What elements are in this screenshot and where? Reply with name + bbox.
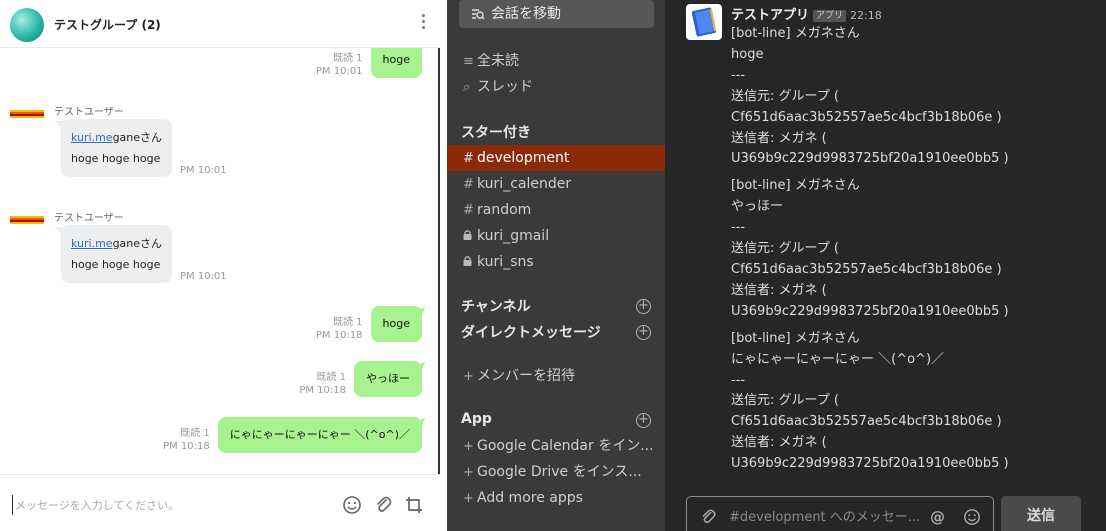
sidebar-item-all-unread[interactable]: ≡ 全未読 (447, 48, 665, 74)
slack-composer: @ (686, 496, 994, 531)
app-name[interactable]: テストアプリ (731, 8, 809, 23)
message-time: PM 10:01 (315, 66, 363, 77)
attachment-icon[interactable] (699, 508, 717, 526)
mention-icon[interactable]: @ (930, 508, 948, 526)
group-avatar[interactable] (10, 8, 44, 42)
invite-members-item[interactable]: + メンバーを招待 (447, 363, 665, 389)
channel-hash-icon: # (463, 177, 474, 192)
read-receipt: 既読 1 (180, 428, 210, 439)
app-header: テストアプリ アプリ 22:18 (731, 4, 882, 23)
read-receipt: 既読 1 (333, 317, 363, 328)
message-bubble[interactable]: にゃにゃーにゃーにゃー ＼(^o^)／ (217, 417, 422, 453)
bot-message: [bot-line] メガネさん やっほー --- 送信元: グループ ( Cf… (731, 178, 1009, 319)
group-title: テストグループ (2) (54, 18, 161, 32)
emoji-icon[interactable] (342, 495, 362, 515)
plus-icon: + (463, 465, 474, 480)
sidebar-item-threads[interactable]: ⌕ スレッド (447, 74, 665, 100)
message-time: PM 10:01 (180, 271, 227, 282)
app-avatar[interactable] (686, 4, 722, 40)
jump-to-label: 会話を移動 (491, 6, 561, 22)
message-bubble[interactable]: kuri.meganeさん hoge hoge hoge (54, 225, 173, 283)
slack-message-pane: テストアプリ アプリ 22:18 [bot-line] メガネさん hoge ---… (665, 0, 1106, 531)
message-text: hoge hoge hoge (71, 258, 161, 271)
slack-sidebar: 会話を移動 ≡ 全未読 ⌕ スレッド スター付き # development # kur… (447, 0, 665, 531)
sent-message: 既読 1 PM 10:01 hoge (316, 48, 422, 78)
message-time: PM 10:18 (163, 441, 210, 452)
mention-rest: ganeさん (112, 237, 163, 250)
sidebar-item-development[interactable]: # development (447, 145, 665, 171)
channel-hash-icon: # (463, 203, 474, 218)
line-message-list[interactable]: 既読 1 PM 10:01 hoge テストユーザー kuri.meganeさん… (0, 48, 440, 474)
jump-to-icon (472, 9, 485, 20)
add-app-icon[interactable]: + (636, 413, 651, 428)
message-bubble[interactable]: kuri.meganeさん hoge hoge hoge (54, 119, 173, 177)
dm-heading[interactable]: ダイレクトメッセージ (461, 322, 601, 342)
more-options-icon[interactable] (420, 14, 426, 34)
sent-message: 既読 1 PM 10:18 にゃにゃーにゃーにゃー ＼(^o^)／ (163, 417, 422, 453)
sender-name: テストユーザー (54, 107, 124, 118)
line-message-input[interactable] (12, 495, 312, 515)
sidebar-item-random[interactable]: # random (447, 197, 665, 223)
received-message: テストユーザー kuri.meganeさん hoge hoge hoge PM … (10, 209, 310, 289)
unread-icon: ≡ (463, 54, 474, 69)
plus-icon: + (463, 439, 474, 454)
slack-message-input[interactable] (729, 507, 919, 527)
bot-message: [bot-line] メガネさん にゃにゃーにゃーにゃー ＼(^o^)／ ---… (731, 330, 1009, 472)
read-receipt: 既読 1 (333, 53, 363, 64)
bot-messages: [bot-line] メガネさん hoge --- 送信元: グループ ( Cf… (731, 24, 1101, 475)
user-avatar[interactable] (10, 110, 44, 118)
lock-icon (463, 250, 477, 275)
threads-icon: ⌕ (463, 80, 471, 95)
read-receipt: 既読 1 (316, 372, 346, 383)
message-bubble[interactable]: やっほー (354, 361, 422, 397)
message-text: hoge hoge hoge (71, 152, 161, 165)
plus-icon: + (463, 491, 474, 506)
add-channel-icon[interactable]: + (636, 299, 651, 314)
sent-message: 既読 1 PM 10:18 やっほー (299, 361, 422, 397)
sender-name: テストユーザー (54, 213, 124, 224)
line-chat-panel: テストグループ (2) 既読 1 PM 10:01 hoge テストユーザー k… (0, 0, 440, 531)
message-bubble[interactable]: hoge (370, 306, 422, 342)
sent-message: 既読 1 PM 10:18 hoge (316, 306, 422, 342)
message-time: PM 10:18 (299, 385, 346, 396)
sidebar-app-google-drive[interactable]: + Google Drive をインス... (447, 459, 665, 485)
jump-to-button[interactable]: 会話を移動 (459, 0, 654, 28)
lock-icon (463, 224, 477, 249)
sidebar-app-google-calendar[interactable]: + Google Calendar をイン... (447, 433, 665, 459)
mention-rest: ganeさん (112, 131, 163, 144)
app-badge: アプリ (813, 10, 847, 22)
channel-hash-icon: # (463, 151, 474, 166)
crop-icon[interactable] (404, 495, 424, 515)
notebook-icon (691, 7, 717, 37)
line-composer (0, 474, 440, 531)
sidebar-item-kuri-gmail[interactable]: kuri_gmail (447, 223, 665, 249)
mention-link[interactable]: kuri.me (71, 131, 113, 144)
user-avatar[interactable] (10, 216, 44, 224)
sidebar-add-more-apps[interactable]: + Add more apps (447, 485, 665, 511)
line-header: テストグループ (2) (0, 0, 440, 48)
message-timestamp[interactable]: 22:18 (850, 9, 882, 22)
send-button[interactable]: 送信 (1001, 496, 1081, 531)
mention-link[interactable]: kuri.me (71, 237, 113, 250)
received-message: テストユーザー kuri.meganeさん hoge hoge hoge PM … (10, 103, 310, 183)
emoji-icon[interactable] (963, 508, 981, 526)
message-time: PM 10:18 (315, 330, 363, 341)
sidebar-item-kuri-sns[interactable]: kuri_sns (447, 249, 665, 275)
attachment-icon[interactable] (373, 495, 393, 515)
message-bubble[interactable]: hoge (370, 48, 422, 78)
starred-heading[interactable]: スター付き (461, 122, 531, 142)
app-heading[interactable]: App (461, 411, 492, 427)
sidebar-item-kuri-calender[interactable]: # kuri_calender (447, 171, 665, 197)
message-time: PM 10:01 (180, 165, 227, 176)
channels-heading[interactable]: チャンネル (461, 296, 531, 316)
plus-icon: + (463, 369, 474, 384)
add-dm-icon[interactable]: + (636, 325, 651, 340)
bot-message: [bot-line] メガネさん hoge --- 送信元: グループ ( Cf… (731, 26, 1009, 167)
